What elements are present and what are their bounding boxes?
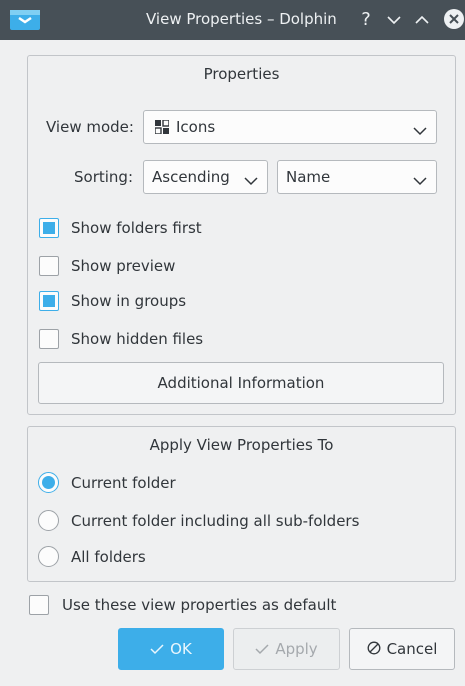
apply-button[interactable]: Apply xyxy=(233,628,340,670)
window-title: View Properties – Dolphin xyxy=(146,10,337,28)
sort-order-combo[interactable]: Ascending xyxy=(143,160,268,194)
cancel-label: Cancel xyxy=(386,640,438,658)
maximize-button[interactable] xyxy=(412,10,432,30)
properties-title: Properties xyxy=(203,65,280,83)
additional-information-button[interactable]: Additional Information xyxy=(38,362,444,404)
sort-by-combo[interactable]: Name xyxy=(277,160,437,194)
cancel-button[interactable]: Cancel xyxy=(349,628,455,670)
show-preview-checkbox[interactable] xyxy=(39,256,59,276)
check-icon xyxy=(150,630,164,670)
current-folder-radio[interactable] xyxy=(38,472,59,493)
sort-order-value: Ascending xyxy=(152,168,230,186)
check-icon xyxy=(255,630,269,670)
show-preview-label[interactable]: Show preview xyxy=(71,257,175,275)
current-folder-subfolders-radio[interactable] xyxy=(38,510,59,531)
view-mode-combo[interactable]: Icons xyxy=(143,110,437,144)
minimize-button[interactable] xyxy=(384,10,404,30)
apply-to-title: Apply View Properties To xyxy=(149,436,334,454)
view-mode-label: View mode: xyxy=(46,118,134,136)
dolphin-app-icon[interactable] xyxy=(10,10,40,30)
additional-information-label: Additional Information xyxy=(157,374,325,392)
chevron-down-icon xyxy=(413,172,427,186)
chevron-down-icon xyxy=(413,122,427,136)
ok-label: OK xyxy=(170,640,192,658)
cancel-icon xyxy=(367,630,381,670)
show-folders-first-label[interactable]: Show folders first xyxy=(71,219,202,237)
icons-view-icon xyxy=(154,119,170,135)
current-folder-label[interactable]: Current folder xyxy=(71,474,176,492)
use-as-default-label[interactable]: Use these view properties as default xyxy=(62,596,336,614)
sorting-label: Sorting: xyxy=(74,168,133,186)
title-bar: View Properties – Dolphin ? xyxy=(0,0,465,40)
show-hidden-files-checkbox[interactable] xyxy=(39,329,59,349)
show-in-groups-checkbox[interactable] xyxy=(39,291,59,311)
all-folders-radio[interactable] xyxy=(38,546,59,567)
help-button[interactable]: ? xyxy=(356,10,376,30)
chevron-down-icon xyxy=(244,172,258,186)
apply-label: Apply xyxy=(275,640,318,658)
close-button[interactable] xyxy=(443,8,465,30)
current-folder-subfolders-label[interactable]: Current folder including all sub-folders xyxy=(71,512,359,530)
show-folders-first-checkbox[interactable] xyxy=(39,218,59,238)
use-as-default-checkbox[interactable] xyxy=(29,595,49,615)
sort-by-value: Name xyxy=(286,168,331,186)
all-folders-label[interactable]: All folders xyxy=(71,548,146,566)
show-in-groups-label[interactable]: Show in groups xyxy=(71,292,186,310)
ok-button[interactable]: OK xyxy=(118,628,224,670)
show-hidden-files-label[interactable]: Show hidden files xyxy=(71,330,203,348)
view-mode-value: Icons xyxy=(176,118,216,136)
